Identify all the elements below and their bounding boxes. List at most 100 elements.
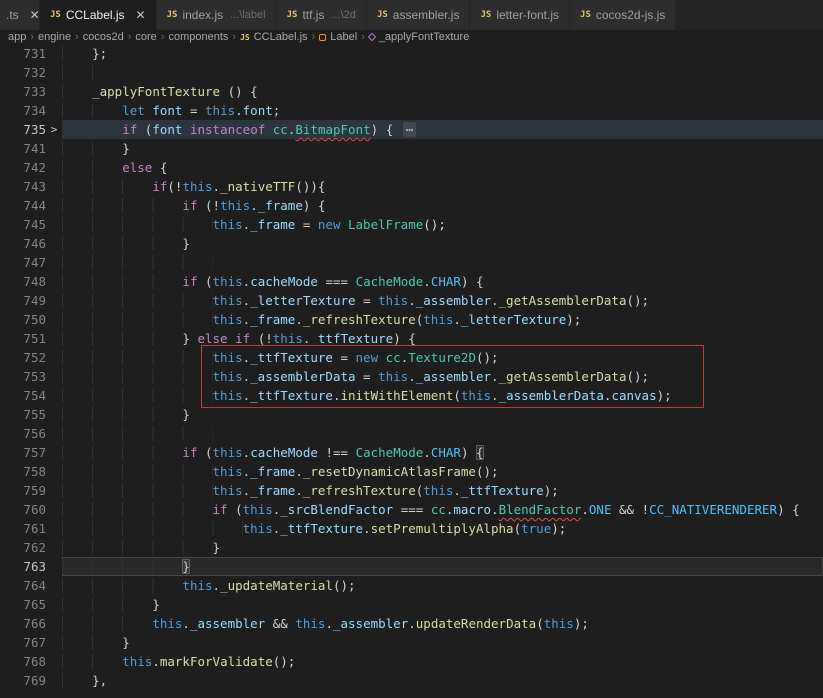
breadcrumb-separator: › bbox=[75, 31, 79, 43]
code-text[interactable]: this._ttfTexture.initWithElement(this._a… bbox=[62, 386, 823, 405]
line-number[interactable]: 756 bbox=[0, 424, 46, 443]
line-number[interactable]: 747 bbox=[0, 253, 46, 272]
line-number[interactable]: 759 bbox=[0, 481, 46, 500]
line-number[interactable]: 731 bbox=[0, 44, 46, 63]
breadcrumb-item-cclabel-js[interactable]: JS CCLabel.js bbox=[240, 31, 307, 43]
line-number[interactable]: 755 bbox=[0, 405, 46, 424]
code-text[interactable]: this._updateMaterial(); bbox=[62, 576, 823, 595]
code-text[interactable]: } else if (!this._ttfTexture) { bbox=[62, 329, 823, 348]
code-text[interactable]: } bbox=[62, 405, 823, 424]
code-text[interactable]: this._frame._refreshTexture(this._ttfTex… bbox=[62, 481, 823, 500]
code-text[interactable]: } bbox=[62, 538, 823, 557]
code-text[interactable]: let font = this.font; bbox=[62, 101, 823, 120]
code-text[interactable]: this._ttfTexture.setPremultiplyAlpha(tru… bbox=[62, 519, 823, 538]
line-number[interactable]: 735 bbox=[0, 120, 46, 139]
tab-ts[interactable]: .ts ✕ bbox=[0, 0, 40, 30]
line-number[interactable]: 760 bbox=[0, 500, 46, 519]
line-number[interactable]: 758 bbox=[0, 462, 46, 481]
line-number[interactable]: 743 bbox=[0, 177, 46, 196]
code-text[interactable]: this._frame._refreshTexture(this._letter… bbox=[62, 310, 823, 329]
code-line-748: 748 if (this.cacheMode === CacheMode.CHA… bbox=[0, 272, 823, 291]
line-number[interactable]: 753 bbox=[0, 367, 46, 386]
breadcrumb-label: core bbox=[135, 31, 157, 43]
line-number[interactable]: 744 bbox=[0, 196, 46, 215]
code-text[interactable]: }; bbox=[62, 44, 823, 63]
tab-index-js[interactable]: JS index.js ...\label bbox=[156, 0, 277, 30]
code-line-735: 735 > if (font instanceof cc.BitmapFont) … bbox=[0, 120, 823, 139]
fold-gutter bbox=[46, 63, 62, 82]
line-number[interactable]: 761 bbox=[0, 519, 46, 538]
breadcrumb-item-engine[interactable]: engine bbox=[38, 31, 71, 43]
breadcrumb-item-app[interactable]: app bbox=[8, 31, 26, 43]
code-text[interactable]: } bbox=[62, 557, 823, 576]
tab-assembler-js[interactable]: JS assembler.js bbox=[366, 0, 471, 30]
line-number[interactable]: 764 bbox=[0, 576, 46, 595]
line-number[interactable]: 763 bbox=[0, 557, 46, 576]
tab-ttf-js[interactable]: JS ttf.js ...\2d bbox=[276, 0, 367, 30]
code-text[interactable]: this._letterTexture = this._assembler._g… bbox=[62, 291, 823, 310]
line-number[interactable]: 765 bbox=[0, 595, 46, 614]
breadcrumb-item-components[interactable]: components bbox=[168, 31, 228, 43]
fold-gutter bbox=[46, 595, 62, 614]
code-line-761: 761 this._ttfTexture.setPremultiplyAlpha… bbox=[0, 519, 823, 538]
code-text[interactable] bbox=[62, 424, 823, 443]
fold-gutter bbox=[46, 310, 62, 329]
breadcrumb-item-label[interactable]: Label bbox=[319, 31, 357, 43]
line-number[interactable]: 748 bbox=[0, 272, 46, 291]
code-text[interactable]: this._frame = new LabelFrame(); bbox=[62, 215, 823, 234]
tab-letter-font-js[interactable]: JS letter-font.js bbox=[470, 0, 571, 30]
code-text[interactable]: this._assemblerData = this._assembler._g… bbox=[62, 367, 823, 386]
code-text[interactable]: else { bbox=[62, 158, 823, 177]
code-text[interactable]: } bbox=[62, 139, 823, 158]
breadcrumb-item-core[interactable]: core bbox=[135, 31, 156, 43]
breadcrumb-label: _applyFontTexture bbox=[378, 31, 470, 43]
code-text[interactable]: } bbox=[62, 595, 823, 614]
tab-label: .ts bbox=[6, 8, 19, 22]
code-text[interactable] bbox=[62, 63, 823, 82]
line-number[interactable]: 754 bbox=[0, 386, 46, 405]
code-text[interactable]: this._frame._resetDynamicAtlasFrame(); bbox=[62, 462, 823, 481]
code-text[interactable] bbox=[62, 253, 823, 272]
code-text[interactable]: if (font instanceof cc.BitmapFont) { ⋯ bbox=[62, 120, 823, 139]
code-text[interactable]: }, bbox=[62, 671, 823, 690]
code-line-732: 732 bbox=[0, 63, 823, 82]
line-number[interactable]: 757 bbox=[0, 443, 46, 462]
close-icon[interactable]: ✕ bbox=[136, 9, 146, 21]
line-number[interactable]: 733 bbox=[0, 82, 46, 101]
line-number[interactable]: 769 bbox=[0, 671, 46, 690]
line-number[interactable]: 762 bbox=[0, 538, 46, 557]
code-text[interactable]: if (this.cacheMode !== CacheMode.CHAR) { bbox=[62, 443, 823, 462]
line-number[interactable]: 742 bbox=[0, 158, 46, 177]
line-number[interactable]: 745 bbox=[0, 215, 46, 234]
tab-cocos2d-js-js[interactable]: JS cocos2d-js.js bbox=[570, 0, 677, 30]
line-number[interactable]: 750 bbox=[0, 310, 46, 329]
line-number[interactable]: 752 bbox=[0, 348, 46, 367]
code-text[interactable]: if (this._srcBlendFactor === cc.macro.Bl… bbox=[62, 500, 823, 519]
line-number[interactable]: 732 bbox=[0, 63, 46, 82]
code-text[interactable]: _applyFontTexture () { bbox=[62, 82, 823, 101]
line-number[interactable]: 749 bbox=[0, 291, 46, 310]
code-text[interactable]: if (!this._frame) { bbox=[62, 196, 823, 215]
code-text[interactable]: this.markForValidate(); bbox=[62, 652, 823, 671]
breadcrumb: app › engine › cocos2d › core › components › JS CCL… bbox=[0, 30, 823, 44]
line-number[interactable]: 751 bbox=[0, 329, 46, 348]
code-line-758: 758 this._frame._resetDynamicAtlasFrame(… bbox=[0, 462, 823, 481]
code-text[interactable]: this._ttfTexture = new cc.Texture2D(); bbox=[62, 348, 823, 367]
breadcrumb-item-cocos2d[interactable]: cocos2d bbox=[83, 31, 124, 43]
code-text[interactable]: } bbox=[62, 633, 823, 652]
code-text[interactable]: if (this.cacheMode === CacheMode.CHAR) { bbox=[62, 272, 823, 291]
tab-cclabel-js[interactable]: JS CCLabel.js ✕ bbox=[40, 0, 157, 30]
line-number[interactable]: 768 bbox=[0, 652, 46, 671]
line-number[interactable]: 741 bbox=[0, 139, 46, 158]
fold-gutter bbox=[46, 139, 62, 158]
breadcrumb-item-applyfonttexture[interactable]: _applyFontTexture bbox=[367, 31, 470, 43]
close-icon[interactable]: ✕ bbox=[30, 9, 39, 21]
fold-chevron-icon[interactable]: > bbox=[46, 120, 62, 139]
line-number[interactable]: 734 bbox=[0, 101, 46, 120]
line-number[interactable]: 766 bbox=[0, 614, 46, 633]
line-number[interactable]: 746 bbox=[0, 234, 46, 253]
code-text[interactable]: if(!this._nativeTTF()){ bbox=[62, 177, 823, 196]
code-text[interactable]: this._assembler && this._assembler.updat… bbox=[62, 614, 823, 633]
line-number[interactable]: 767 bbox=[0, 633, 46, 652]
code-text[interactable]: } bbox=[62, 234, 823, 253]
